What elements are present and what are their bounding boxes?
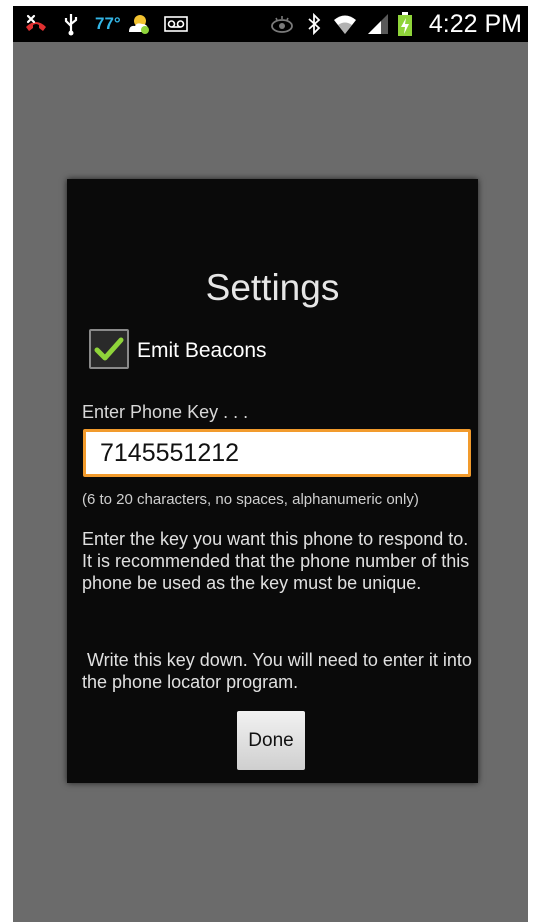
emit-beacons-checkbox[interactable]	[89, 329, 129, 369]
instructions-text: Enter the key you want this phone to res…	[82, 529, 470, 593]
phone-key-hint: (6 to 20 characters, no spaces, alphanum…	[82, 491, 419, 508]
settings-dialog: Settings Emit Beacons Enter Phone Key . …	[67, 179, 478, 783]
reminder-text-content: Write this key down. You will need to en…	[82, 650, 472, 692]
checkmark-icon	[94, 337, 124, 361]
phone-key-label: Enter Phone Key . . .	[82, 402, 249, 422]
voicemail-icon	[163, 6, 189, 42]
signal-icon	[365, 6, 391, 42]
clock-text: 4:22 PM	[428, 10, 522, 38]
emit-beacons-label[interactable]: Emit Beacons	[137, 339, 267, 363]
status-bar: 77° 4:22 PM	[13, 6, 528, 42]
bluetooth-icon	[305, 6, 323, 42]
usb-icon	[61, 6, 81, 42]
phone-screen: 77° 4:22 PM Settings Emit Beacons Enter …	[13, 6, 528, 922]
battery-charging-icon	[395, 6, 415, 42]
dialog-title: Settings	[205, 267, 340, 308]
eye-icon	[269, 6, 295, 42]
reminder-text: Write this key down. You will need to en…	[82, 649, 477, 693]
weather-icon	[125, 6, 153, 42]
temperature-text: 77°	[95, 14, 121, 33]
wifi-icon	[331, 6, 359, 42]
done-button[interactable]: Done	[237, 711, 305, 770]
phone-key-input[interactable]	[83, 429, 471, 477]
missed-call-icon	[21, 6, 51, 42]
